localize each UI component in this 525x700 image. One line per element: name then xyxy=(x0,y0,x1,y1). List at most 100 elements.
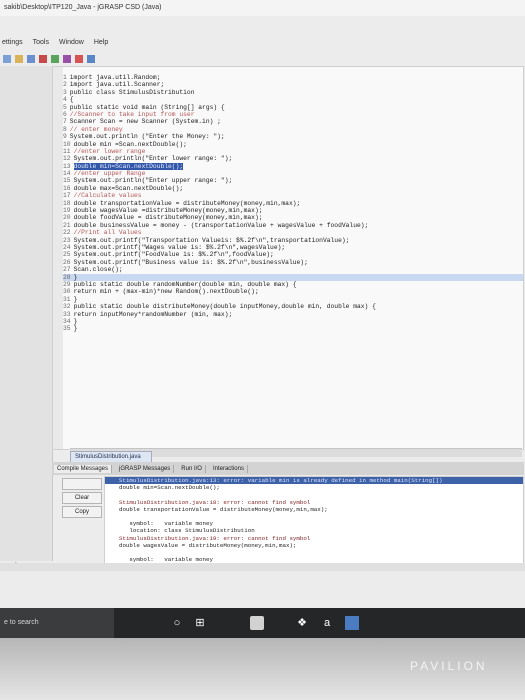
code-line[interactable]: 33 return inputMoney*randomNumber (min, m… xyxy=(63,311,523,318)
dropbox-icon[interactable]: ❖ xyxy=(295,616,309,630)
menu-window[interactable]: Window xyxy=(59,36,84,50)
code-text: // enter money xyxy=(69,125,123,133)
code-text: //Calculate values xyxy=(73,192,142,200)
taskbar-search[interactable]: e to search xyxy=(0,608,114,638)
line-number: 27 xyxy=(63,266,71,274)
line-number: 3 xyxy=(63,88,67,96)
line-number: 24 xyxy=(63,243,71,251)
copy-button[interactable]: Copy xyxy=(62,506,102,518)
line-number: 10 xyxy=(63,140,71,148)
open-file-icon[interactable] xyxy=(15,55,23,63)
code-line[interactable]: 13 double min=Scan.nextDouble(); xyxy=(63,162,523,170)
code-text: System.out.println ("Enter the Money: ")… xyxy=(69,133,225,141)
code-line[interactable]: 24 System.out.printf("Wages value is: $%.… xyxy=(63,244,523,251)
code-line[interactable]: 31} xyxy=(63,296,523,303)
code-line[interactable]: 2 import java.util.Scanner; xyxy=(63,81,523,88)
line-number: 26 xyxy=(63,258,71,266)
compile-message-line[interactable]: StimulusDistribution.java:13: error: var… xyxy=(105,477,523,485)
compile-message-line[interactable] xyxy=(105,491,523,498)
line-number: 12 xyxy=(63,155,71,163)
compile-message-line[interactable]: StimulusDistribution.java:18: error: can… xyxy=(105,499,523,506)
tab-jgrasp-messages[interactable]: jGRASP Messages xyxy=(116,464,175,473)
code-line[interactable]: 22//Print all Values xyxy=(63,229,523,236)
code-text: } xyxy=(73,295,78,303)
debug-icon[interactable] xyxy=(63,55,71,63)
compile-message-line[interactable]: location: class StimulusDistribution xyxy=(105,527,523,534)
code-line[interactable]: 12 System.out.println("Enter lower range:… xyxy=(63,155,523,162)
code-line[interactable]: 19 double wagesValue =distributeMoney(mon… xyxy=(63,207,523,214)
code-line[interactable]: 11//enter lower range xyxy=(63,148,523,155)
compile-output[interactable]: StimulusDistribution.java:13: error: var… xyxy=(104,476,524,570)
code-line[interactable]: 35} xyxy=(63,325,523,332)
stop-button[interactable] xyxy=(62,478,102,490)
browse-panel: wrench xyxy=(0,66,53,568)
code-line[interactable]: 7 Scanner Scan = new Scanner (System.in) … xyxy=(63,118,523,125)
code-line[interactable]: 1 import java.util.Random; xyxy=(63,74,523,81)
code-line[interactable]: 28} xyxy=(63,273,523,281)
code-line[interactable]: 32 public static double distributeMoney(d… xyxy=(63,303,523,310)
code-line[interactable]: 29 public static double randomNumber(doub… xyxy=(63,281,523,288)
tab-compile-messages[interactable]: Compile Messages xyxy=(54,464,113,473)
compile-message-line[interactable]: symbol: variable money xyxy=(105,520,523,527)
code-line[interactable]: 10 double min =Scan.nextDouble(); xyxy=(63,141,523,148)
line-number: 1 xyxy=(63,74,67,81)
code-text: //Scanner to take input from user xyxy=(69,110,195,118)
task-view-icon[interactable]: ⊞ xyxy=(193,616,207,630)
code-text: } xyxy=(73,317,78,325)
code-line[interactable]: 26 System.out.printf("Business value is: … xyxy=(63,259,523,266)
line-number: 29 xyxy=(63,280,71,288)
new-file-icon[interactable] xyxy=(3,55,11,63)
window-title-bar: sakib\Desktop\ITP120_Java - jGRASP CSD (… xyxy=(0,0,525,16)
code-line[interactable]: 25 System.out.printf("FoodValue is: $%.2f… xyxy=(63,251,523,258)
code-text: public class StimulusDistribution xyxy=(69,88,195,96)
code-line[interactable]: 27 Scan.close(); xyxy=(63,266,523,273)
desktop-screen: sakib\Desktop\ITP120_Java - jGRASP CSD (… xyxy=(0,0,525,610)
code-line[interactable]: 3 public class StimulusDistribution xyxy=(63,89,523,96)
code-text: //enter lower range xyxy=(73,147,146,155)
save-icon[interactable] xyxy=(27,55,35,63)
compile-message-line[interactable] xyxy=(105,549,523,556)
file-explorer-icon[interactable] xyxy=(250,616,264,630)
menu-tools[interactable]: Tools xyxy=(33,36,49,50)
compile-message-line[interactable]: double min=Scan.nextDouble(); xyxy=(105,484,523,491)
code-line[interactable]: 23 System.out.printf("Transportation Valu… xyxy=(63,237,523,244)
line-number: 18 xyxy=(63,199,71,207)
code-line[interactable]: 14//enter upper Range xyxy=(63,170,523,177)
jgrasp-icon[interactable] xyxy=(345,616,359,630)
code-line[interactable]: 17//Calculate values xyxy=(63,192,523,199)
code-area[interactable]: 1 import java.util.Random; 2 import java.ut… xyxy=(63,74,523,333)
code-line[interactable]: 34} xyxy=(63,318,523,325)
tab-interactions[interactable]: Interactions xyxy=(210,464,248,473)
bug-icon[interactable] xyxy=(75,55,83,63)
project-icon[interactable] xyxy=(87,55,95,63)
code-text: public static double distributeMoney(dou… xyxy=(73,303,376,311)
compile-message-line[interactable] xyxy=(105,513,523,520)
menu-settings[interactable]: ettings xyxy=(2,36,23,50)
code-line[interactable]: 5 public static void main (String[] args)… xyxy=(63,104,523,111)
compile-icon[interactable] xyxy=(39,55,47,63)
run-icon[interactable] xyxy=(51,55,59,63)
code-line[interactable]: 21 double businessValue = money - (transp… xyxy=(63,222,523,229)
line-number: 22 xyxy=(63,229,71,237)
cortana-icon[interactable]: ○ xyxy=(170,616,184,630)
line-number: 4 xyxy=(63,96,67,104)
mail-icon[interactable]: a xyxy=(320,616,334,630)
code-line[interactable]: 16 double max=Scan.nextDouble(); xyxy=(63,185,523,192)
code-line[interactable]: 8// enter money xyxy=(63,126,523,133)
compile-message-line[interactable]: StimulusDistribution.java:19: error: can… xyxy=(105,535,523,542)
code-line[interactable]: 4{ xyxy=(63,96,523,103)
code-line[interactable]: 6//Scanner to take input from user xyxy=(63,111,523,118)
code-text: double max=Scan.nextDouble(); xyxy=(73,184,184,192)
line-number: 15 xyxy=(63,177,71,185)
tab-run-io[interactable]: Run I/O xyxy=(178,464,206,473)
code-line[interactable]: 30 return min + (max-min)*new Random().ne… xyxy=(63,288,523,295)
compile-message-line[interactable]: double wagesValue = distributeMoney(mone… xyxy=(105,542,523,549)
code-line[interactable]: 20 double foodValue = distributeMoney(mon… xyxy=(63,214,523,221)
clear-button[interactable]: Clear xyxy=(62,492,102,504)
code-line[interactable]: 9 System.out.println ("Enter the Money: "… xyxy=(63,133,523,140)
compile-message-line[interactable]: double transportationValue = distributeM… xyxy=(105,506,523,513)
code-line[interactable]: 18 double transportationValue = distribut… xyxy=(63,200,523,207)
code-line[interactable]: 15 System.out.println("Enter upper range:… xyxy=(63,177,523,184)
menu-help[interactable]: Help xyxy=(94,36,108,50)
code-editor[interactable]: 1 import java.util.Random; 2 import java.ut… xyxy=(52,66,524,450)
